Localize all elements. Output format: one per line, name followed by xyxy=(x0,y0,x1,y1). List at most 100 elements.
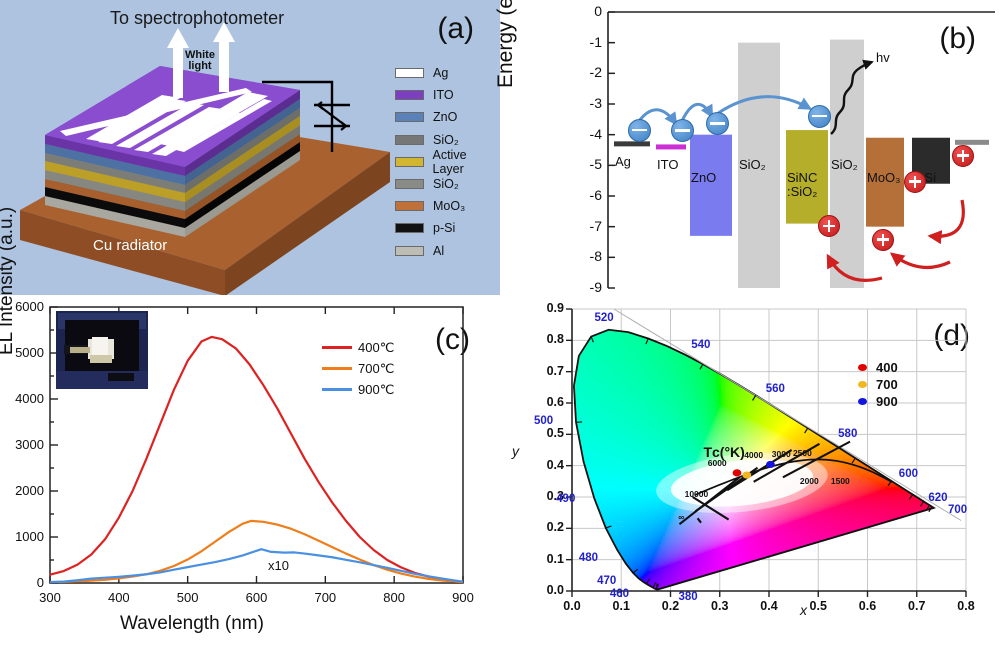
legend-item: 900 xyxy=(858,393,898,410)
photon-label: hv xyxy=(876,50,890,65)
legend-line xyxy=(322,367,352,370)
hole-icon xyxy=(904,170,926,193)
hole-icon xyxy=(872,228,894,251)
legend-item: MoO₃ xyxy=(395,195,500,217)
band-label: MoO₃ xyxy=(867,170,900,185)
legend-label: Ag xyxy=(433,66,448,80)
cct-label: 10000 xyxy=(685,489,709,499)
legend-line xyxy=(322,388,352,391)
y-tick-label: 0.9 xyxy=(532,301,564,315)
cct-label: 6000 xyxy=(708,458,727,468)
wavelength-label: 490 xyxy=(556,493,575,505)
electron-icon xyxy=(808,104,831,128)
x-tick-label: 500 xyxy=(168,590,208,605)
y-tick-label: 0.5 xyxy=(532,426,564,440)
band-label: SiO₂ xyxy=(739,157,766,172)
band-label: SiO₂ xyxy=(831,157,858,172)
x-tick-label: 900 xyxy=(443,590,483,605)
y-tick-label: 0.8 xyxy=(532,332,564,346)
x-tick-label: 600 xyxy=(237,590,277,605)
legend-dot xyxy=(858,364,867,371)
electron-icon xyxy=(671,119,694,143)
y-tick-label: 2000 xyxy=(6,483,44,498)
legend-dot xyxy=(858,381,867,388)
legend-swatch xyxy=(395,134,424,145)
wavelength-label: 520 xyxy=(594,312,613,324)
hole-icon xyxy=(818,215,840,238)
legend-swatch xyxy=(395,156,424,167)
wavelength-label: 500 xyxy=(534,415,553,427)
x-tick-label: 0.0 xyxy=(555,599,589,613)
legend-item: Ag xyxy=(395,62,500,84)
legend-swatch xyxy=(395,179,424,190)
x-tick-label: 400 xyxy=(99,590,139,605)
device-photo-inset xyxy=(56,311,148,389)
legend-item: Al xyxy=(395,240,500,262)
y-tick-label: 4000 xyxy=(6,391,44,406)
legend-item: ITO xyxy=(395,84,500,106)
band-label: ITO xyxy=(657,157,678,172)
legend-item: ZnO xyxy=(395,106,500,128)
panel-b-energy-band-diagram: (b) Energy (eV) 0 -1 -2 -3 -4 -5 -6 -7 -8 -9 Ag IT… xyxy=(494,0,1000,295)
legend-dot xyxy=(858,398,867,405)
x-tick-label: 0.3 xyxy=(703,599,737,613)
cct-label: 2500 xyxy=(793,448,812,458)
x-tick-label: 300 xyxy=(30,590,70,605)
legend-label: Al xyxy=(433,244,444,258)
legend-swatch xyxy=(395,223,424,234)
panel-a-tag: (a) xyxy=(437,12,474,46)
legend-label: ITO xyxy=(433,88,454,102)
cct-label: 1500 xyxy=(831,476,850,486)
y-tick-label: 0.2 xyxy=(532,520,564,534)
panel-c-el-spectrum: (c) EL Intensity (a.u.) Wavelength (nm) … xyxy=(0,207,500,646)
legend-item: 700℃ xyxy=(322,358,394,379)
legend-label: MoO₃ xyxy=(433,199,465,213)
legend-swatch xyxy=(395,90,424,101)
band-label: Ag xyxy=(615,154,631,169)
legend-label: 700 xyxy=(876,377,898,392)
x-tick-label: 0.1 xyxy=(604,599,638,613)
legend-label: 400 xyxy=(876,360,898,375)
legend-item: Active Layer xyxy=(395,148,501,176)
legend-swatch xyxy=(395,112,424,123)
wavelength-label: 380 xyxy=(679,591,698,603)
x-tick-label: 0.8 xyxy=(949,599,983,613)
legend-item: SiO₂ xyxy=(395,173,500,195)
cie-data-point xyxy=(766,460,775,469)
y-tick-label: 1000 xyxy=(6,529,44,544)
x10-annotation: x10 xyxy=(268,558,289,573)
legend-swatch xyxy=(395,245,424,256)
wavelength-label: 480 xyxy=(579,552,598,564)
legend-item: p-Si xyxy=(395,217,500,239)
panel-c-legend: 400℃ 700℃ 900℃ xyxy=(322,337,394,400)
cie-data-point xyxy=(732,469,742,477)
legend-item: 700 xyxy=(858,376,898,393)
wavelength-label: 560 xyxy=(766,383,785,395)
legend-swatch xyxy=(395,68,424,79)
legend-label: Active Layer xyxy=(433,148,501,176)
y-tick-label: 6000 xyxy=(6,299,44,314)
panel-a-legend: Ag ITO ZnO SiO₂ Active Layer SiO₂ MoO₃ p… xyxy=(395,62,500,262)
cct-label: 3000 xyxy=(772,449,791,459)
legend-line xyxy=(322,346,352,349)
band-label: :SiO₂ xyxy=(787,184,817,199)
legend-item: 400℃ xyxy=(322,337,394,358)
inset-photo-svg xyxy=(56,311,148,389)
device-stack-svg xyxy=(20,22,390,295)
y-tick-label: 3000 xyxy=(6,437,44,452)
wavelength-label: 700 xyxy=(948,504,967,516)
x-tick-label: 0.6 xyxy=(851,599,885,613)
x-tick-label: 800 xyxy=(374,590,414,605)
wavelength-label: 460 xyxy=(610,588,629,600)
y-tick-label: 0.4 xyxy=(532,458,564,472)
y-tick-label: 0.7 xyxy=(532,364,564,378)
legend-label: SiO₂ xyxy=(433,133,459,147)
panel-d-cie-chromaticity-diagram: (d) y x 0.0 0.1 0.2 0.3 0.4 0.5 0.6 0.7 0.8 0.0 0.… xyxy=(500,295,1000,646)
panel-d-legend: 400 700 900 xyxy=(858,359,898,410)
cie-gamut-fill xyxy=(573,329,934,590)
wavelength-label: 580 xyxy=(838,428,857,440)
x-tick-label: 0.4 xyxy=(752,599,786,613)
white-light-label: White light xyxy=(185,50,215,72)
legend-label: 700℃ xyxy=(358,361,394,377)
y-tick-label: 0.6 xyxy=(532,395,564,409)
